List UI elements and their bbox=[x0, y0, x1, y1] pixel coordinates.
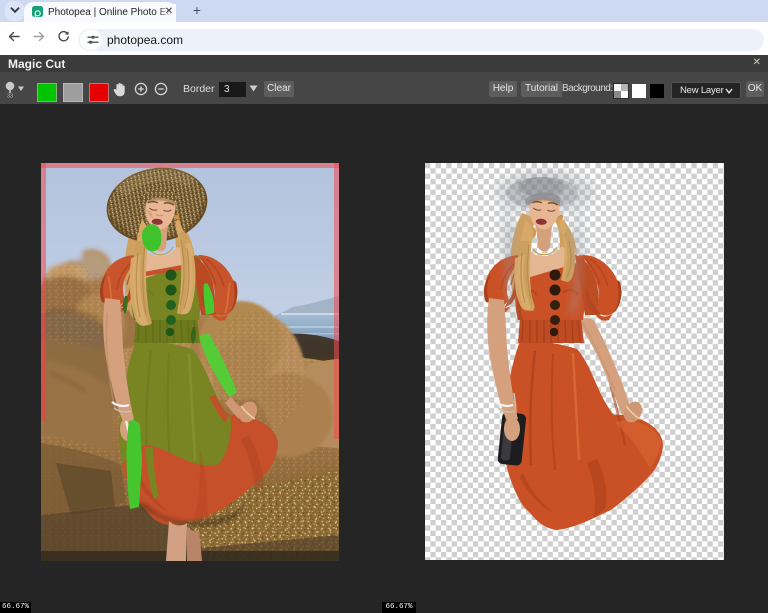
svg-text:33: 33 bbox=[7, 93, 13, 98]
